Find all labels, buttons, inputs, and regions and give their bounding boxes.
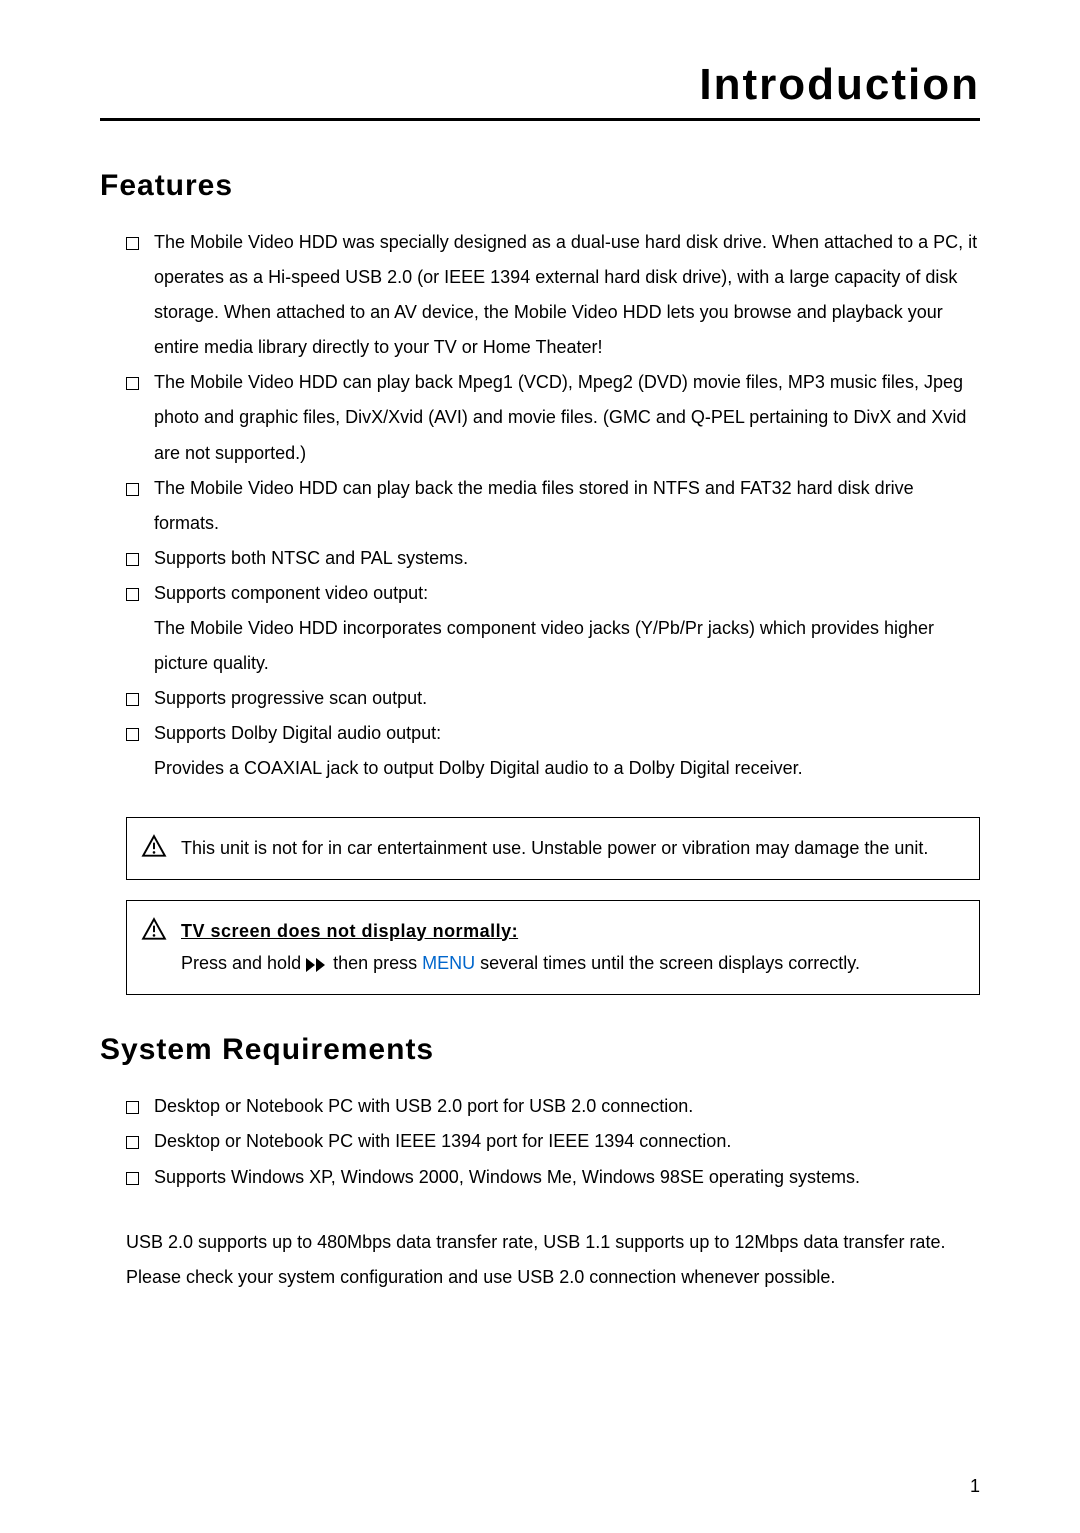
features-section: Features The Mobile Video HDD was specia… xyxy=(100,169,980,995)
list-item: Desktop or Notebook PC with USB 2.0 port… xyxy=(126,1089,980,1124)
warning-line-mid: then press xyxy=(328,953,422,973)
warning-line-before: Press and hold xyxy=(181,953,306,973)
list-item-text: Supports component video output: xyxy=(154,583,428,603)
warning-text: TV screen does not display normally: Pre… xyxy=(181,915,860,981)
features-list: The Mobile Video HDD was specially desig… xyxy=(100,225,980,787)
warning-line-after: several times until the screen displays … xyxy=(475,953,860,973)
sysreq-heading: System Requirements xyxy=(100,1033,980,1067)
fast-forward-icon xyxy=(306,948,328,980)
list-item-sub: The Mobile Video HDD incorporates compon… xyxy=(154,611,980,681)
list-item: Desktop or Notebook PC with IEEE 1394 po… xyxy=(126,1124,980,1159)
list-item: The Mobile Video HDD was specially desig… xyxy=(126,225,980,365)
list-item-text: Supports Dolby Digital audio output: xyxy=(154,723,441,743)
system-requirements-section: System Requirements Desktop or Notebook … xyxy=(100,1033,980,1294)
list-item: Supports Windows XP, Windows 2000, Windo… xyxy=(126,1160,980,1195)
list-item: The Mobile Video HDD can play back the m… xyxy=(126,471,980,541)
list-item: The Mobile Video HDD can play back Mpeg1… xyxy=(126,365,980,470)
warning-box: This unit is not for in car entertainmen… xyxy=(126,817,980,880)
warning-box: TV screen does not display normally: Pre… xyxy=(126,900,980,996)
sysreq-list: Desktop or Notebook PC with USB 2.0 port… xyxy=(100,1089,980,1194)
warning-subheading: TV screen does not display normally: xyxy=(181,915,860,947)
warning-text: This unit is not for in car entertainmen… xyxy=(181,832,928,864)
list-item: Supports both NTSC and PAL systems. xyxy=(126,541,980,576)
menu-label: MENU xyxy=(422,953,475,973)
list-item-sub: Provides a COAXIAL jack to output Dolby … xyxy=(154,751,980,786)
list-item: Supports Dolby Digital audio output: Pro… xyxy=(126,716,980,786)
warning-icon xyxy=(141,834,167,865)
title-underline xyxy=(100,118,980,121)
warning-icon xyxy=(141,917,167,948)
page-title: Introduction xyxy=(100,60,980,110)
features-heading: Features xyxy=(100,169,980,203)
sysreq-paragraph: USB 2.0 supports up to 480Mbps data tran… xyxy=(100,1225,980,1295)
list-item: Supports progressive scan output. xyxy=(126,681,980,716)
list-item: Supports component video output: The Mob… xyxy=(126,576,980,681)
page-number: 1 xyxy=(970,1476,980,1497)
